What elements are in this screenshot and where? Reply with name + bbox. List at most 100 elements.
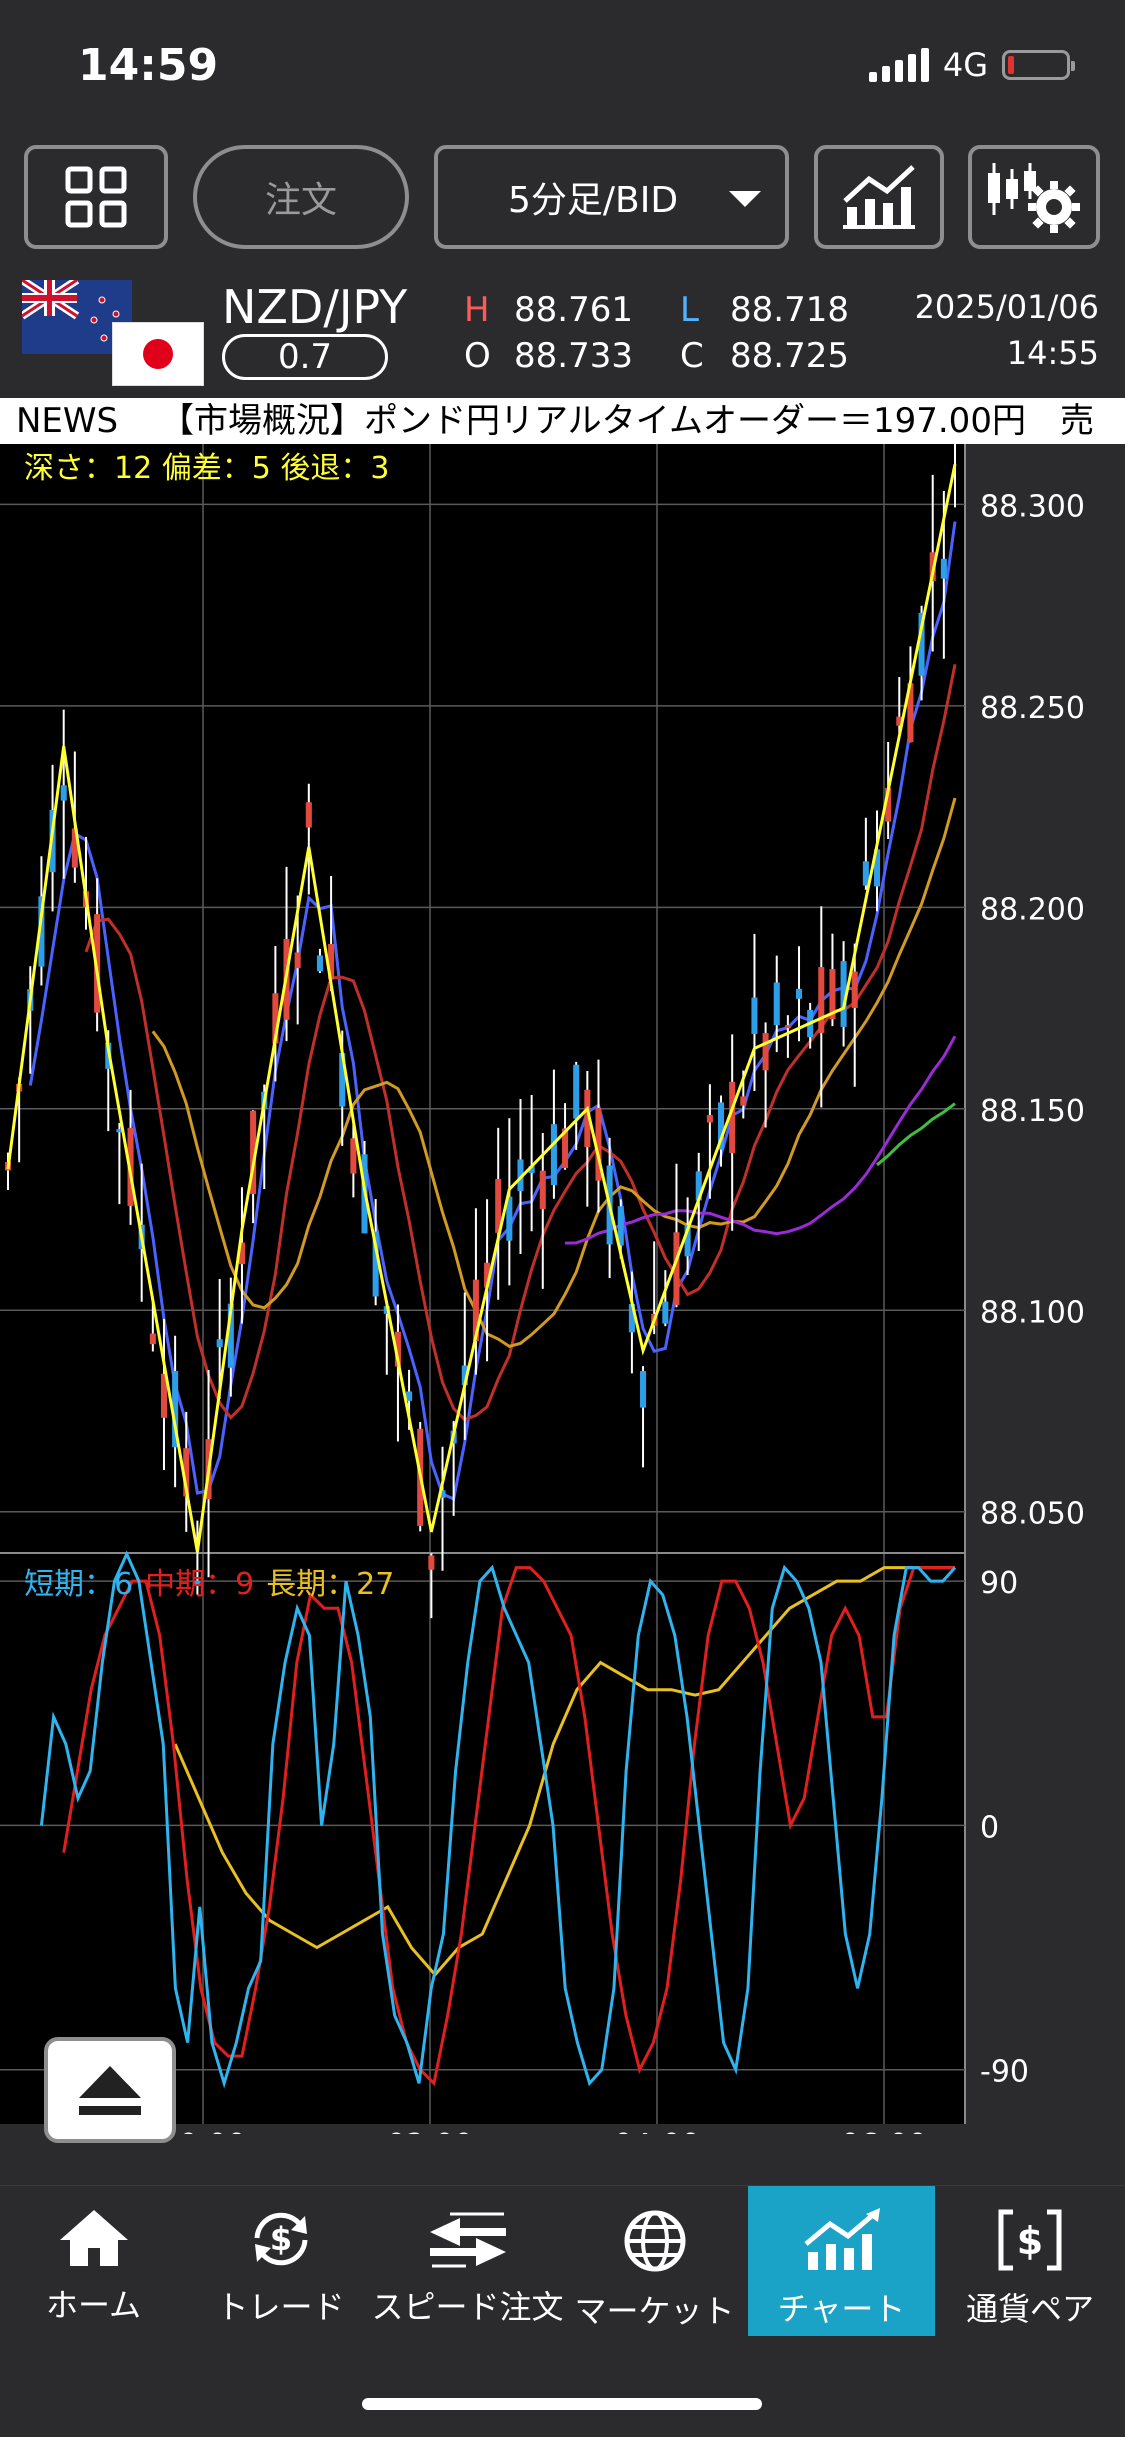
quote-date: 2025/01/06 <box>914 288 1099 326</box>
low-price: L 88.718 <box>680 290 849 330</box>
osc-long-label: 長期：27 <box>266 1567 394 1602</box>
candle-body <box>60 785 67 801</box>
candle-body <box>784 1025 791 1029</box>
osc-mid-label: 中期：9 <box>145 1567 254 1602</box>
high-value: 88.761 <box>514 290 633 330</box>
globe-icon <box>624 2210 685 2272</box>
close-price: C 88.725 <box>680 336 849 376</box>
layout-grid-button[interactable] <box>24 145 168 249</box>
open-price: O 88.733 <box>464 336 633 376</box>
instrument-info: NZD/JPY 0.7 H 88.761 L 88.718 O 88.733 C 88.… <box>0 270 1125 398</box>
candle-body <box>149 1333 156 1345</box>
candle-body <box>851 971 858 1008</box>
chevron-down-icon <box>729 191 761 207</box>
open-value: 88.733 <box>514 336 633 376</box>
candle-body <box>706 1115 713 1123</box>
chart-settings-button[interactable] <box>968 145 1100 249</box>
price-chart-svg[interactable]: 88.300 88.250 88.200 88.150 88.100 88.050 90 0 -… <box>0 376 1125 2163</box>
currency-bracket-icon: $ <box>998 2209 1062 2271</box>
status-time: 14:59 <box>78 40 219 91</box>
open-label: O <box>464 336 491 376</box>
collapse-panel-button[interactable] <box>44 2037 176 2143</box>
nav-currency-pair[interactable]: $ 通貨ペア <box>935 2186 1125 2336</box>
home-icon <box>59 2210 128 2266</box>
jp-flag-icon <box>112 322 204 386</box>
line-chart-icon <box>843 165 915 229</box>
candle-body <box>740 1096 747 1106</box>
news-tag: NEWS <box>0 398 135 444</box>
speed-order-icon <box>429 2212 506 2268</box>
candle-body <box>662 1301 669 1324</box>
timeframe-label: 5分足/BID <box>508 180 679 221</box>
candle-body <box>762 1033 769 1071</box>
status-bar: 14:59 4G <box>0 0 1125 140</box>
time-tick-label: 04:00 <box>614 2128 700 2134</box>
currency-pair: NZD/JPY <box>222 280 408 334</box>
quote-datetime: 2025/01/06 14:55 <box>915 284 1099 376</box>
price-tick-label: 88.050 <box>980 1497 1085 1532</box>
network-type: 4G <box>942 46 988 84</box>
osc-tick-label: 0 <box>980 1810 999 1845</box>
candle-body <box>640 1371 647 1408</box>
candlestick-gear-icon <box>988 163 1080 233</box>
nav-trade-label: トレード <box>216 2288 345 2326</box>
chart-toolbar: 注文 5分足/BID <box>0 145 1125 255</box>
order-button[interactable]: 注文 <box>193 145 409 249</box>
candle-body <box>428 1555 435 1570</box>
candle-body <box>751 997 758 1034</box>
bar-chart-icon <box>803 2208 880 2270</box>
candle-body <box>294 952 301 969</box>
news-headline[interactable]: 【市場概況】ポンド円リアルタイムオーダー＝197.00円 売 <box>160 398 1094 444</box>
close-value: 88.725 <box>730 336 849 376</box>
nav-chart-label: チャート <box>777 2290 906 2328</box>
nav-chart[interactable]: チャート <box>748 2186 935 2336</box>
status-indicators: 4G <box>868 46 1075 84</box>
chart-area[interactable]: 88.300 88.250 88.200 88.150 88.100 88.050 90 0 -… <box>0 376 1125 2163</box>
trade-icon: $ <box>254 2212 307 2266</box>
nav-home-label: ホーム <box>45 2286 142 2324</box>
time-tick-label: 02:00 <box>387 2128 473 2134</box>
candle-body <box>216 1339 223 1348</box>
battery-icon <box>1002 50 1075 80</box>
candle-body <box>316 955 323 972</box>
nav-home[interactable]: ホーム <box>0 2186 187 2336</box>
high-price: H 88.761 <box>464 290 633 330</box>
nav-market[interactable]: マーケット <box>561 2186 748 2336</box>
candle-body <box>305 802 312 828</box>
nav-speed-order[interactable]: スピード注文 <box>371 2186 564 2336</box>
time-tick-label: 06:00 <box>841 2128 927 2134</box>
timeframe-select[interactable]: 5分足/BID <box>434 145 789 249</box>
close-label: C <box>680 336 704 376</box>
spread-badge: 0.7 <box>222 334 388 380</box>
price-tick-label: 88.300 <box>980 489 1085 524</box>
low-value: 88.718 <box>730 290 849 330</box>
oscillator-params: 短期：6 中期：9 長期：27 <box>24 1567 394 1602</box>
technical-indicator-button[interactable] <box>814 145 944 249</box>
candle-body <box>550 1124 557 1186</box>
price-tick-label: 88.100 <box>980 1295 1085 1330</box>
price-tick-label: 88.150 <box>980 1094 1085 1129</box>
home-indicator <box>362 2398 762 2410</box>
nav-trade[interactable]: $ トレード <box>187 2186 374 2336</box>
grid-icon <box>65 166 127 228</box>
candle-body <box>573 1064 580 1119</box>
candle-body <box>795 988 803 999</box>
osc-tick-label: 90 <box>980 1566 1018 1601</box>
candle-body <box>539 1170 546 1210</box>
zigzag-params-label: 深さ：12 偏差：5 後退：3 <box>24 451 389 486</box>
nav-speed-order-label: スピード注文 <box>371 2288 564 2326</box>
low-label: L <box>680 290 699 330</box>
news-ticker[interactable]: NEWS 【市場概況】ポンド円リアルタイムオーダー＝197.00円 売 <box>0 398 1125 444</box>
signal-icon <box>868 48 929 82</box>
candle-body <box>940 558 947 579</box>
osc-short-label: 短期：6 <box>24 1567 133 1602</box>
high-label: H <box>464 290 490 330</box>
candle-body <box>818 967 825 1033</box>
candle-body <box>350 1138 357 1174</box>
svg-text:$: $ <box>1017 2219 1043 2263</box>
candle-body <box>773 982 780 1026</box>
price-tick-label: 88.250 <box>980 691 1085 726</box>
nav-currency-pair-label: 通貨ペア <box>965 2290 1094 2328</box>
quote-time: 14:55 <box>1006 334 1099 372</box>
osc-tick-label: -90 <box>980 2055 1029 2090</box>
